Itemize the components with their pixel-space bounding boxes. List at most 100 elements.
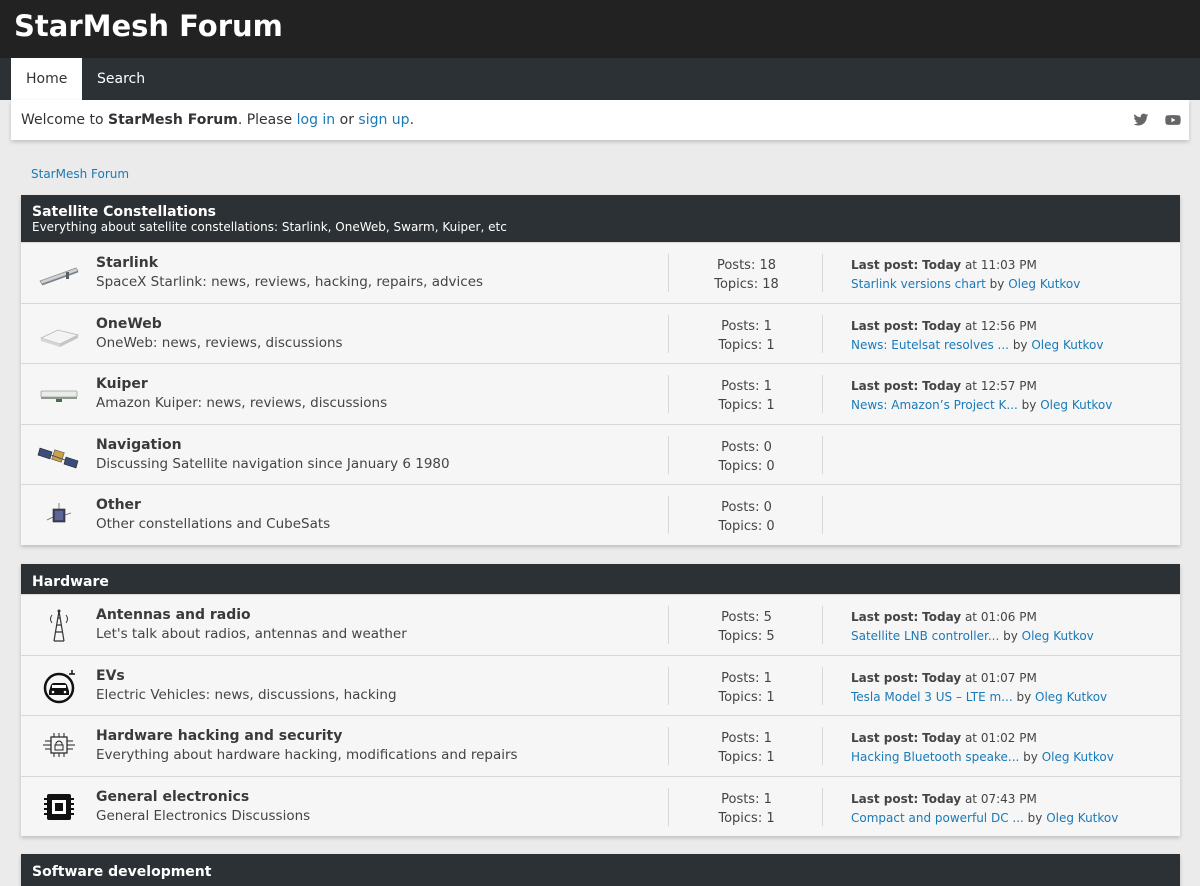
forum-row: General electronics General Electronics … [21,775,1180,836]
last-post-day: Today [922,258,962,272]
login-link[interactable]: log in [297,112,336,128]
topics-count: 0 [766,458,775,474]
tab-search[interactable]: Search [82,58,160,100]
last-post: Last post: Today at 01:06 PM Satellite L… [851,608,1094,646]
welcome-prefix: Welcome to [21,112,108,128]
topics-count: 1 [766,398,775,413]
posts-label: Posts: [721,610,764,625]
forum-row: Starlink SpaceX Starlink: news, reviews,… [21,242,1180,303]
last-post-author-link[interactable]: Oleg Kutkov [1035,690,1107,704]
category-header: Satellite Constellations Everything abou… [21,195,1180,242]
topics-count: 1 [766,689,775,705]
topics-count: 1 [766,337,775,353]
twitter-icon[interactable] [1133,112,1149,128]
breadcrumb[interactable]: StarMesh Forum [31,167,129,181]
forum-title[interactable]: EVs [96,668,125,684]
starlink-dish-icon [39,267,79,286]
forum-stats: Posts: 1 Topics: 1 [669,669,824,707]
last-post-time: 07:43 PM [980,791,1037,806]
forum-title[interactable]: Navigation [96,437,182,453]
welcome-site-name: StarMesh Forum [108,112,238,128]
last-post-label: Last post: [851,318,919,333]
last-post-time: 01:06 PM [980,610,1037,624]
forum-stats: Posts: 0 Topics: 0 [669,498,824,536]
last-post-author-link[interactable]: Oleg Kutkov [1008,277,1080,291]
at-label: at [961,791,981,806]
forum-title[interactable]: Kuiper [96,376,148,392]
topics-count: 18 [762,277,779,292]
last-post-topic-link[interactable]: Satellite LNB controller... [851,629,999,643]
last-post-author-link[interactable]: Oleg Kutkov [1046,811,1118,825]
divider [822,496,823,534]
last-post-day: Today [922,610,962,624]
last-post-topic-link[interactable]: News: Amazon’s Project K... [851,398,1018,412]
forum-title[interactable]: Starlink [96,255,158,271]
posts-count: 1 [763,731,772,746]
navigation-satellite-icon [37,447,79,468]
topics-label: Topics: [718,398,767,413]
category-title[interactable]: Satellite Constellations [32,204,1169,220]
posts-label: Posts: [721,500,764,515]
topics-label: Topics: [718,810,767,826]
category-description: Everything about satellite constellation… [32,220,507,234]
at-label: at [961,670,981,685]
topics-count: 5 [766,629,775,644]
by-label: by [1019,750,1042,764]
category-title[interactable]: Software development [32,863,1169,880]
forum-description: SpaceX Starlink: news, reviews, hacking,… [96,274,484,290]
topics-count: 1 [766,750,775,765]
last-post-author-link[interactable]: Oleg Kutkov [1031,338,1103,352]
last-post: Last post: Today at 01:07 PM Tesla Model… [851,669,1107,707]
posts-label: Posts: [716,258,760,273]
forum-row: Kuiper Amazon Kuiper: news, reviews, dis… [21,363,1180,424]
divider [822,314,823,353]
last-post-label: Last post: [851,791,919,806]
forum-row: EVs Electric Vehicles: news, discussions… [21,654,1180,715]
posts-count: 1 [763,379,772,394]
youtube-icon[interactable] [1165,112,1181,128]
last-post-author-link[interactable]: Oleg Kutkov [1042,750,1114,764]
forum-stats: Posts: 5 Topics: 5 [669,608,824,646]
forum-title[interactable]: General electronics [96,789,249,805]
site-title[interactable]: StarMesh Forum [14,9,283,43]
category-satellite-constellations: Satellite Constellations Everything abou… [21,195,1180,545]
last-post: Last post: Today at 07:43 PM Compact and… [851,790,1118,828]
last-post-topic-link[interactable]: Starlink versions chart [851,277,986,291]
last-post-author-link[interactable]: Oleg Kutkov [1040,398,1112,412]
forum-title[interactable]: OneWeb [96,316,162,332]
topics-label: Topics: [714,277,763,292]
at-label: at [961,731,981,745]
divider [822,787,823,826]
last-post-day: Today [922,791,962,806]
topics-count: 1 [766,810,775,826]
topics-count: 0 [766,519,775,534]
last-post: Last post: Today at 12:56 PM News: Eutel… [851,317,1104,355]
last-post: Last post: Today at 11:03 PM Starlink ve… [851,256,1080,294]
by-label: by [985,277,1009,291]
last-post-label: Last post: [851,379,919,393]
last-post-label: Last post: [851,670,919,685]
divider [822,606,823,644]
posts-count: 1 [763,670,772,686]
category-title[interactable]: Hardware [32,573,1169,590]
last-post: Last post: Today at 12:57 PM News: Amazo… [851,377,1112,415]
forum-stats: Posts: 1 Topics: 1 [669,790,824,828]
category-header: Hardware [21,564,1180,594]
forum-title[interactable]: Antennas and radio [96,607,251,623]
last-post-topic-link[interactable]: Hacking Bluetooth speake... [851,750,1019,764]
signup-link[interactable]: sign up [358,112,409,128]
forum-row: OneWeb OneWeb: news, reviews, discussion… [21,302,1180,363]
tab-home[interactable]: Home [11,58,83,100]
forum-stats: Posts: 0 Topics: 0 [669,438,824,476]
last-post-author-link[interactable]: Oleg Kutkov [1022,629,1094,643]
posts-count: 0 [763,500,772,515]
last-post-day: Today [922,318,962,333]
last-post-topic-link[interactable]: News: Eutelsat resolves ... [851,338,1009,352]
forum-title[interactable]: Hardware hacking and security [96,728,342,744]
last-post-topic-link[interactable]: Compact and powerful DC ... [851,811,1024,825]
welcome-middle: . Please [237,112,297,128]
last-post-topic-link[interactable]: Tesla Model 3 US – LTE m... [851,690,1013,704]
topics-label: Topics: [718,458,767,474]
forum-title[interactable]: Other [96,497,141,513]
last-post: Last post: Today at 01:02 PM Hacking Blu… [851,729,1114,767]
